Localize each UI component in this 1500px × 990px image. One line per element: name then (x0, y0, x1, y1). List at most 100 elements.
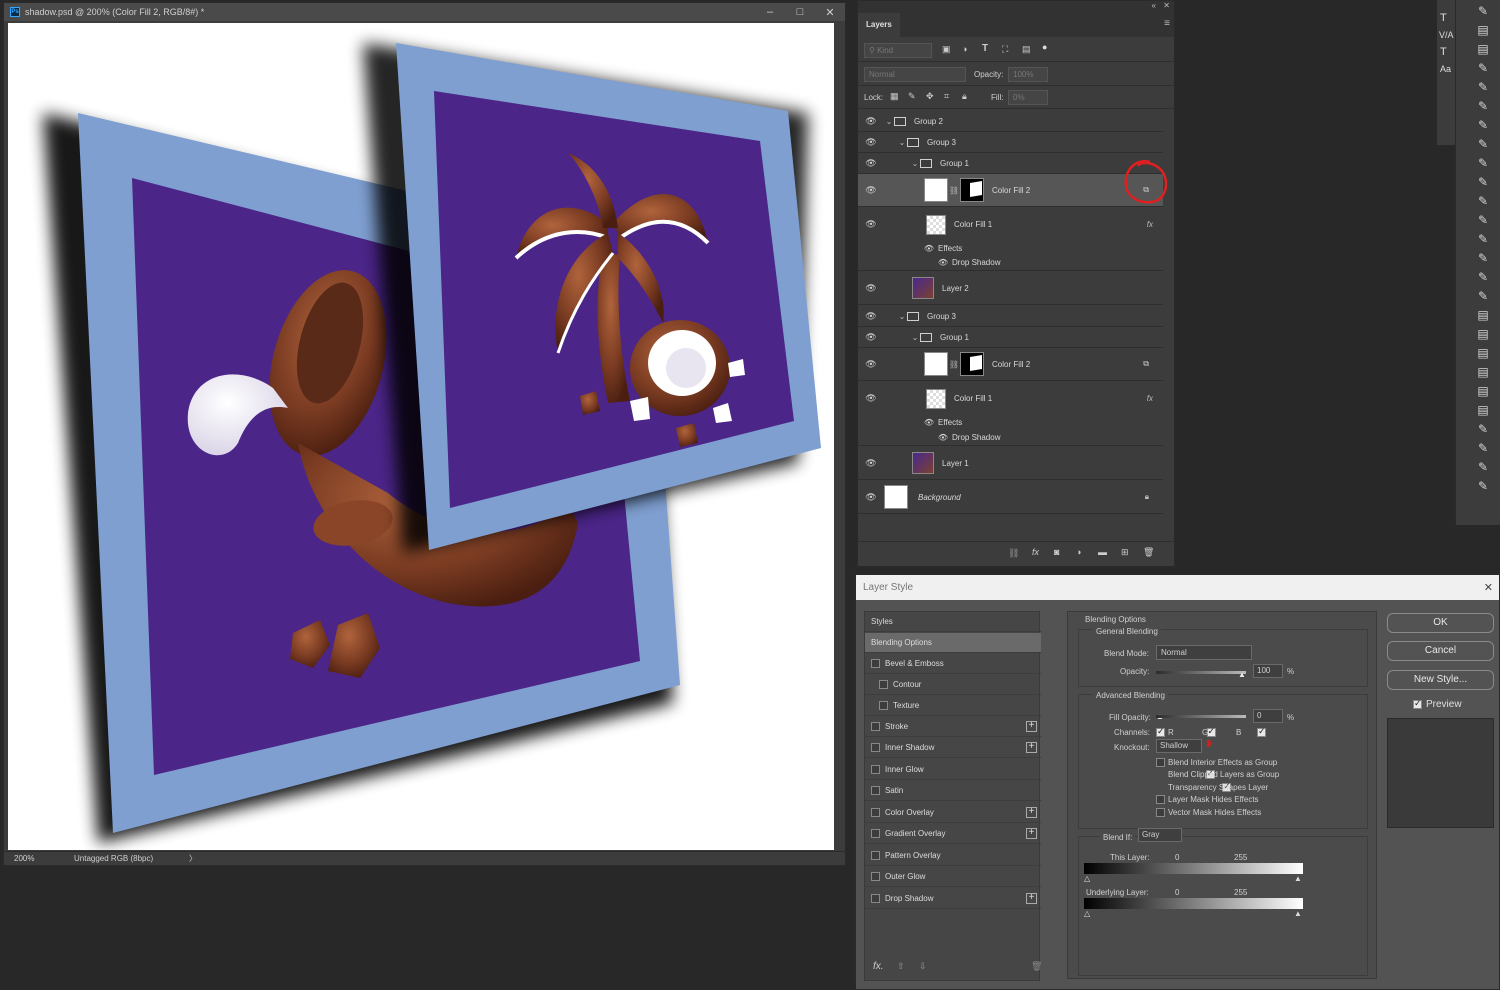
filter-toggle-icon[interactable]: ● (1042, 42, 1047, 52)
brush-preset-icon[interactable]: ✎ (1470, 4, 1496, 23)
channel-b-checkbox[interactable] (1257, 726, 1267, 737)
doc-preset-icon[interactable]: ▤ (1470, 327, 1496, 346)
brush-preset-icon[interactable]: ✎ (1470, 194, 1496, 213)
doc-preset-icon[interactable]: ▤ (1470, 42, 1496, 61)
canvas[interactable] (8, 23, 834, 850)
add-style-plus-icon[interactable]: + (1026, 893, 1037, 904)
fx-icon[interactable]: fx (1147, 394, 1153, 403)
style-stroke[interactable]: Stroke + (865, 717, 1041, 737)
layer-row[interactable]: 👁︎ ⛓︎ Color Fill 2 ⧉ (858, 348, 1163, 381)
vertical-scale-icon[interactable]: T (1440, 46, 1447, 58)
doc-preset-icon[interactable]: ▤ (1470, 23, 1496, 42)
layer-row-background[interactable]: 👁︎ Background 🔒︎ (858, 481, 1163, 514)
background-thumbnail[interactable] (884, 485, 908, 509)
brush-preset-icon[interactable]: ✎ (1470, 289, 1496, 308)
visibility-eye-icon[interactable]: 👁︎ (858, 185, 884, 196)
visibility-eye-icon[interactable]: 👁︎ (858, 116, 884, 127)
style-gradient-overlay[interactable]: Gradient Overlay + (865, 824, 1041, 844)
doc-preset-icon[interactable]: ▤ (1470, 308, 1496, 327)
delete-style-icon[interactable]: 🗑︎ (1031, 961, 1042, 972)
layer-row[interactable]: 👁︎ Layer 2 (858, 272, 1163, 305)
add-style-plus-icon[interactable]: + (1026, 828, 1037, 839)
close-button[interactable]: ✕ (815, 6, 845, 19)
brush-preset-icon[interactable]: ✎ (1470, 80, 1496, 99)
brush-preset-icon[interactable]: ✎ (1470, 270, 1496, 289)
visibility-eye-icon[interactable]: 👁︎ (858, 359, 884, 370)
this-layer-white-handle[interactable]: ▲ (1294, 874, 1302, 883)
style-checkbox[interactable] (871, 851, 880, 860)
style-bevel-emboss[interactable]: Bevel & Emboss (865, 654, 1041, 674)
style-checkbox[interactable] (871, 872, 880, 881)
fill-thumbnail[interactable] (924, 352, 948, 376)
brush-preset-icon[interactable]: ✎ (1470, 61, 1496, 80)
underlying-layer-gradient[interactable] (1084, 898, 1303, 909)
this-layer-gradient[interactable] (1084, 863, 1303, 874)
chevron-down-icon[interactable]: ⌄ (884, 117, 894, 126)
filter-smartobject-icon[interactable]: ▤ (1022, 44, 1031, 55)
style-checkbox[interactable] (871, 829, 880, 838)
layer-row-selected[interactable]: 👁︎ ⛓︎ Color Fill 2 ⧉ (858, 174, 1163, 207)
style-checkbox[interactable] (871, 743, 880, 752)
link-icon[interactable]: ⛓︎ (948, 360, 960, 369)
add-style-icon[interactable]: fx (1032, 547, 1039, 557)
this-layer-black-handle[interactable]: △ (1084, 874, 1090, 883)
brush-preset-icon[interactable]: ✎ (1470, 422, 1496, 441)
fill-opacity-input[interactable]: 0 (1253, 709, 1283, 723)
knockout-select[interactable]: Shallow (1156, 739, 1202, 753)
effects-eye-icon[interactable]: 👁︎ (858, 418, 938, 427)
styles-header[interactable]: Styles (865, 612, 1041, 632)
brush-preset-icon[interactable]: ✎ (1470, 175, 1496, 194)
link-icon[interactable]: ⛓︎ (948, 186, 960, 195)
effect-row[interactable]: 👁︎ Drop Shadow (858, 255, 1163, 271)
link-layers-icon[interactable]: ⛓︎ (1008, 548, 1019, 559)
effect-eye-icon[interactable]: 👁︎ (858, 433, 952, 442)
opacity-input[interactable]: 100 (1253, 664, 1283, 678)
document-tab[interactable]: Ps shadow.psd @ 200% (Color Fill 2, RGB/… (4, 3, 845, 21)
tracking-icon[interactable]: V/A (1439, 30, 1454, 40)
cancel-button[interactable]: Cancel (1387, 641, 1494, 661)
style-checkbox[interactable] (871, 765, 880, 774)
move-up-icon[interactable]: ⇧ (897, 961, 905, 972)
panel-close-icon[interactable]: ✕ (1163, 1, 1170, 10)
doc-preset-icon[interactable]: ▤ (1470, 384, 1496, 403)
layer-row-group[interactable]: 👁︎ ⌄ Group 1 (858, 327, 1163, 348)
style-contour[interactable]: Contour (865, 675, 1041, 695)
add-style-plus-icon[interactable]: + (1026, 742, 1037, 753)
layer-row[interactable]: 👁︎ Color Fill 1 fx (858, 208, 1163, 241)
channel-r-checkbox[interactable] (1156, 726, 1165, 737)
doc-preset-icon[interactable]: ▤ (1470, 365, 1496, 384)
lock-position-icon[interactable]: ✥ (926, 91, 934, 102)
new-group-icon[interactable]: ▬ (1098, 547, 1107, 557)
blend-if-select[interactable]: Gray (1138, 828, 1182, 842)
brush-preset-icon[interactable]: ✎ (1470, 460, 1496, 479)
layer-thumbnail[interactable] (912, 277, 934, 299)
lock-brush-icon[interactable]: ✎ (908, 91, 916, 102)
blend-mode-select[interactable]: Normal (864, 67, 966, 82)
style-checkbox[interactable] (879, 701, 888, 710)
style-drop-shadow[interactable]: Drop Shadow + (865, 889, 1041, 909)
collapse-icon[interactable]: « (1152, 1, 1156, 10)
layer-row-group[interactable]: 👁︎ ⌄ Group 3 (858, 306, 1163, 327)
lock-artboard-icon[interactable]: ⌗ (944, 91, 949, 102)
mask-thumbnail[interactable] (960, 352, 984, 376)
brush-preset-icon[interactable]: ✎ (1470, 251, 1496, 270)
layer-row[interactable]: 👁︎ Layer 1 (858, 447, 1163, 480)
style-checkbox[interactable] (871, 808, 880, 817)
ok-button[interactable]: OK (1387, 613, 1494, 633)
layer-thumbnail[interactable] (926, 214, 946, 235)
layer-row[interactable]: 👁︎ Color Fill 1 fx (858, 382, 1163, 415)
fill-input[interactable]: 0% (1008, 90, 1048, 105)
visibility-eye-icon[interactable]: 👁︎ (858, 219, 884, 230)
fill-thumbnail[interactable] (924, 178, 948, 202)
dialog-close-icon[interactable]: ✕ (1484, 581, 1493, 594)
blend-interior-checkbox[interactable] (1156, 758, 1165, 767)
vector-mask-hides-checkbox[interactable] (1156, 808, 1165, 817)
layer-row-group[interactable]: 👁︎ ⌄ Group 3 (858, 132, 1163, 153)
blend-mode-select[interactable]: Normal (1156, 645, 1252, 660)
add-style-plus-icon[interactable]: + (1026, 721, 1037, 732)
style-inner-shadow[interactable]: Inner Shadow + (865, 738, 1041, 758)
chevron-down-icon[interactable]: ⌄ (897, 138, 907, 147)
chevron-down-icon[interactable]: ⌄ (897, 312, 907, 321)
style-pattern-overlay[interactable]: Pattern Overlay (865, 846, 1041, 866)
preview-checkbox[interactable] (1413, 698, 1422, 709)
